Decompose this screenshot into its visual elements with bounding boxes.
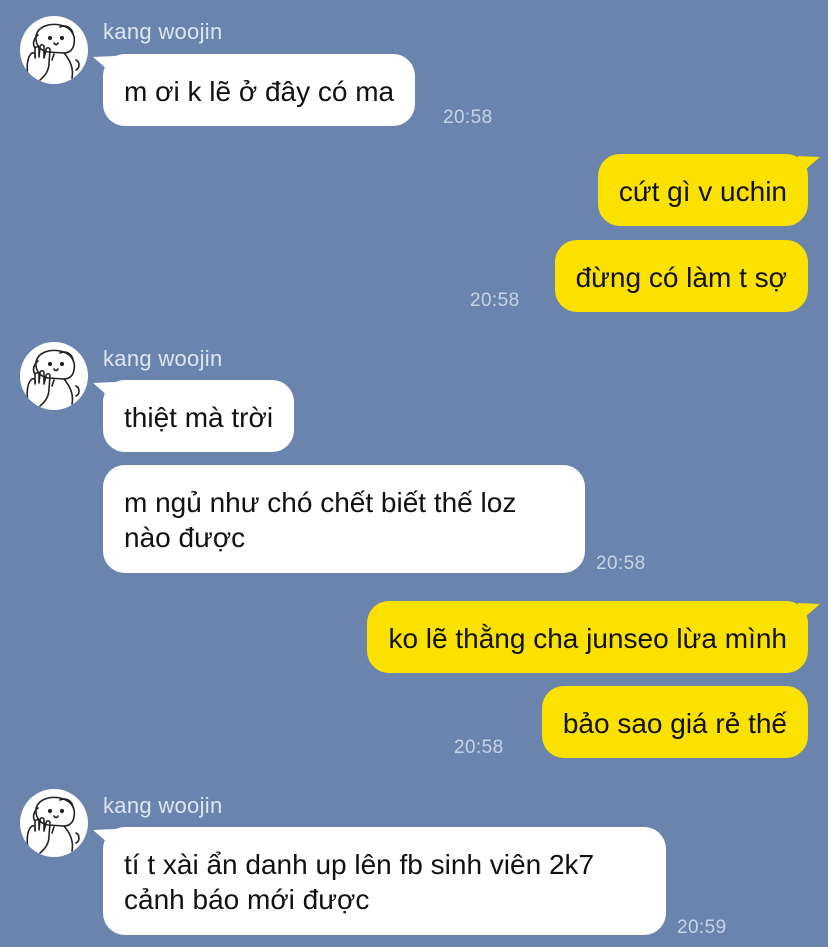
sender-name: kang woojin xyxy=(103,793,223,818)
incoming-message-bubble[interactable]: thiệt mà trời xyxy=(103,380,295,452)
dog-avatar-icon[interactable] xyxy=(20,789,88,857)
incoming-message-bubble[interactable]: m ơi k lẽ ở đây có ma xyxy=(103,54,416,126)
incoming-message-bubble[interactable]: m ngủ như chó chết biết thế loz nào được xyxy=(103,465,585,573)
message-timestamp: 20:58 xyxy=(454,737,504,758)
sender-name: kang woojin xyxy=(103,19,223,44)
outgoing-message-bubble[interactable]: đừng có làm t sợ xyxy=(554,240,808,312)
message-timestamp: 20:59 xyxy=(677,917,727,938)
outgoing-message-bubble[interactable]: cứt gì v uchin xyxy=(597,154,808,226)
outgoing-message-bubble[interactable]: ko lẽ thằng cha junseo lừa mình xyxy=(367,601,808,673)
incoming-message-bubble[interactable]: tí t xài ẩn danh up lên fb sinh viên 2k7… xyxy=(103,827,666,935)
chat-area[interactable]: kang woojin m ơi k lẽ ở đây có ma 20:58 … xyxy=(0,0,828,947)
message-timestamp: 20:58 xyxy=(470,290,520,311)
sender-name: kang woojin xyxy=(103,346,223,371)
message-timestamp: 20:58 xyxy=(596,553,646,574)
bubble-tail-outgoing xyxy=(798,156,820,176)
dog-avatar-icon[interactable] xyxy=(20,16,88,84)
message-timestamp: 20:58 xyxy=(443,107,493,128)
dog-avatar-icon[interactable] xyxy=(20,342,88,410)
outgoing-message-bubble[interactable]: bảo sao giá rẻ thế xyxy=(541,686,808,758)
bubble-tail-outgoing xyxy=(798,603,820,623)
